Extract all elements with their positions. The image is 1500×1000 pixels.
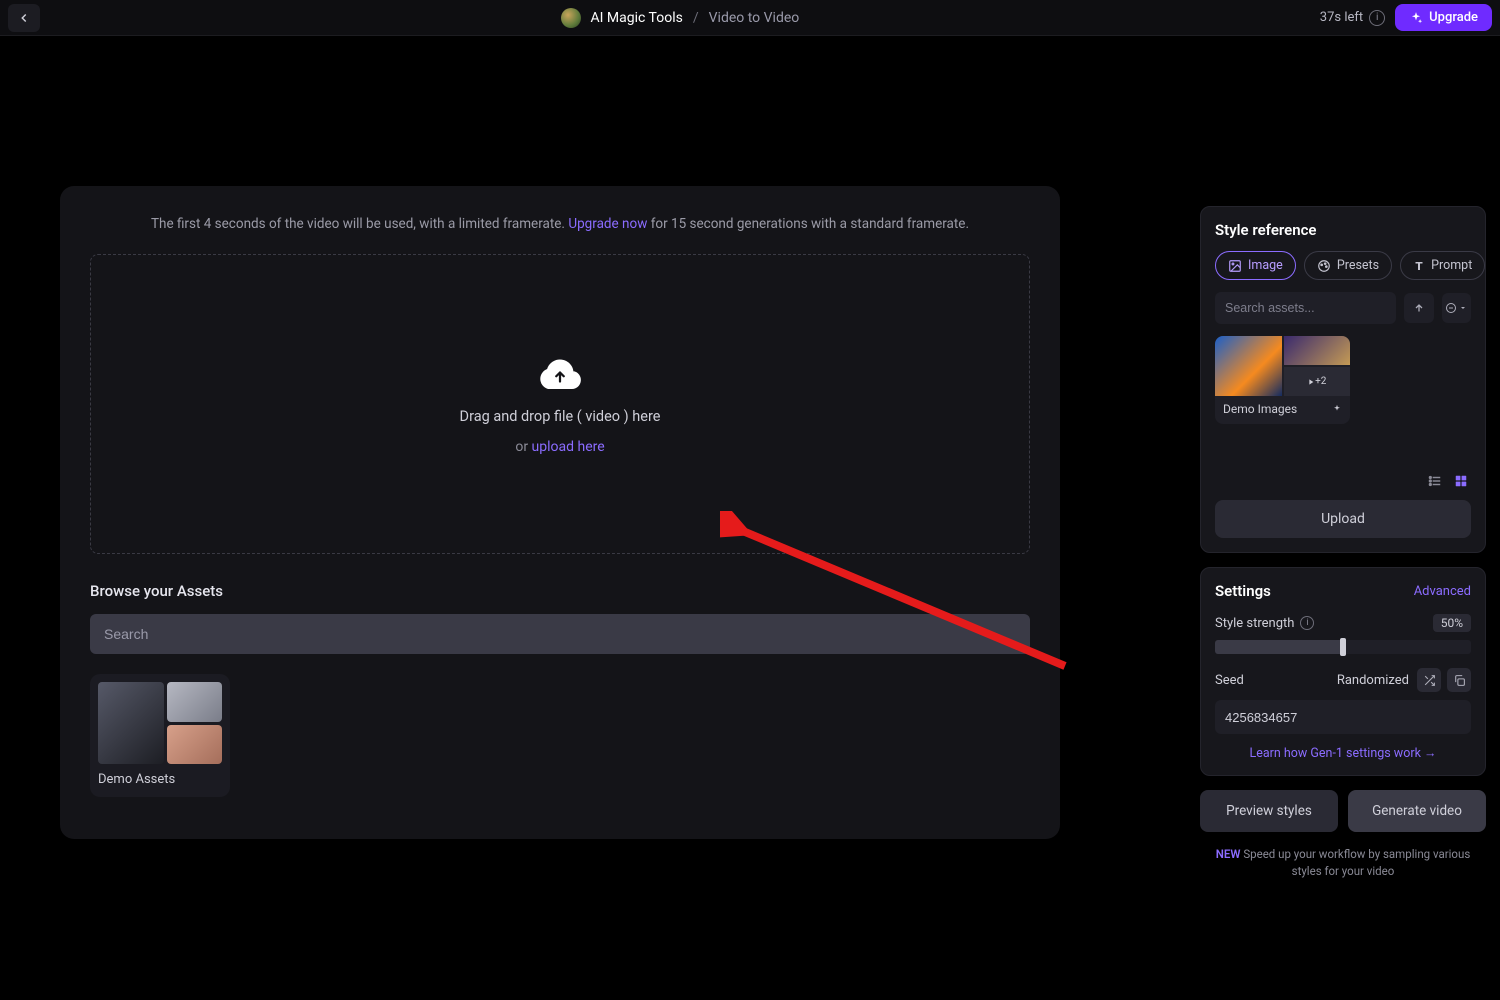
shuffle-button[interactable]	[1417, 668, 1441, 692]
dropzone-subtext: or upload here	[515, 439, 604, 455]
info-icon[interactable]: i	[1300, 616, 1314, 630]
credits-text: 37s left	[1320, 10, 1363, 25]
learn-settings-link[interactable]: Learn how Gen-1 settings work →	[1215, 746, 1471, 761]
limit-note-suffix: for 15 second generations with a standar…	[647, 216, 969, 232]
avatar	[561, 8, 581, 28]
limit-note: The first 4 seconds of the video will be…	[90, 216, 1030, 232]
style-reference-title: Style reference	[1215, 221, 1471, 239]
breadcrumb-current: Video to Video	[709, 10, 800, 26]
preview-styles-button[interactable]: Preview styles	[1200, 790, 1338, 832]
tab-prompt-label: Prompt	[1431, 258, 1472, 273]
style-strength-label: Style strength	[1215, 616, 1294, 631]
tab-presets[interactable]: Presets	[1304, 251, 1392, 280]
upload-here-link[interactable]: upload here	[532, 439, 605, 455]
style-strength-value: 50%	[1433, 614, 1471, 632]
slider-thumb[interactable]	[1340, 638, 1346, 656]
style-asset-search-input[interactable]	[1215, 292, 1396, 324]
view-toggle	[1215, 472, 1471, 490]
main-pane: The first 4 seconds of the video will be…	[0, 36, 1190, 1000]
palette-icon	[1317, 259, 1331, 273]
sparkle-icon	[1409, 11, 1423, 25]
shuffle-icon	[1423, 674, 1436, 687]
copy-icon	[1453, 674, 1466, 687]
upgrade-now-link[interactable]: Upgrade now	[568, 216, 647, 232]
upload-arrow-icon	[1413, 302, 1425, 314]
grid-view-button[interactable]	[1451, 472, 1471, 490]
back-button[interactable]	[8, 4, 40, 32]
asset-folder-demo[interactable]: Demo Assets	[90, 674, 230, 797]
limit-note-prefix: The first 4 seconds of the video will be…	[151, 216, 568, 232]
upgrade-button[interactable]: Upgrade	[1395, 4, 1492, 31]
breadcrumb: AI Magic Tools / Video to Video	[40, 8, 1320, 28]
seed-label: Seed	[1215, 673, 1244, 688]
demo-extra-count: +2	[1315, 376, 1326, 387]
image-icon	[1228, 259, 1242, 273]
upload-button[interactable]: Upload	[1215, 500, 1471, 538]
arrow-left-icon	[17, 11, 31, 25]
footnote-new-badge: NEW	[1216, 847, 1241, 861]
demo-images-thumbnails: +2	[1215, 336, 1350, 396]
settings-panel: Settings Advanced Style strength i 50% S…	[1200, 567, 1486, 776]
advanced-link[interactable]: Advanced	[1414, 584, 1471, 599]
seed-input[interactable]	[1215, 700, 1471, 734]
credits-remaining: 37s left i	[1320, 10, 1385, 26]
text-icon	[1413, 259, 1425, 273]
asset-folder-thumbnails	[98, 682, 222, 764]
cloud-upload-icon	[536, 354, 584, 394]
footnote: NEW Speed up your workflow by sampling v…	[1200, 846, 1486, 879]
play-icon	[1307, 378, 1315, 386]
tab-prompt[interactable]: Prompt	[1400, 251, 1485, 280]
filter-icon	[1445, 302, 1457, 314]
info-icon[interactable]: i	[1369, 10, 1385, 26]
action-row: Preview styles Generate video	[1200, 790, 1486, 832]
browse-assets-title: Browse your Assets	[90, 582, 1030, 600]
slider-fill	[1215, 640, 1343, 654]
generate-video-button[interactable]: Generate video	[1348, 790, 1486, 832]
asset-search-input[interactable]	[90, 614, 1030, 654]
breadcrumb-separator: /	[693, 10, 699, 26]
settings-title: Settings	[1215, 582, 1271, 600]
dropzone-sub-prefix: or	[515, 439, 531, 455]
demo-images-label: Demo Images	[1223, 402, 1297, 416]
style-strength-slider[interactable]	[1215, 640, 1471, 654]
asset-folder-label: Demo Assets	[98, 772, 222, 787]
caret-down-icon	[1459, 304, 1467, 312]
main-card: The first 4 seconds of the video will be…	[60, 186, 1060, 839]
upload-small-button[interactable]	[1404, 293, 1434, 323]
top-bar: AI Magic Tools / Video to Video 37s left…	[0, 0, 1500, 36]
filter-button[interactable]	[1442, 293, 1472, 323]
demo-images-folder[interactable]: +2 Demo Images	[1215, 336, 1350, 424]
tab-image-label: Image	[1248, 258, 1283, 273]
footnote-text: Speed up your workflow by sampling vario…	[1240, 847, 1470, 878]
tab-image[interactable]: Image	[1215, 251, 1296, 280]
tab-presets-label: Presets	[1337, 258, 1379, 273]
list-view-button[interactable]	[1425, 472, 1445, 490]
sparkle-small-icon	[1332, 404, 1342, 414]
side-pane: Style reference Image Presets Prompt	[1190, 36, 1500, 1000]
dropzone-text: Drag and drop file ( video ) here	[460, 408, 661, 425]
style-reference-panel: Style reference Image Presets Prompt	[1200, 206, 1486, 553]
upgrade-label: Upgrade	[1429, 10, 1478, 25]
style-reference-tabs: Image Presets Prompt	[1215, 251, 1471, 280]
breadcrumb-root[interactable]: AI Magic Tools	[591, 10, 683, 26]
video-dropzone[interactable]: Drag and drop file ( video ) here or upl…	[90, 254, 1030, 554]
randomized-label: Randomized	[1337, 673, 1409, 688]
copy-seed-button[interactable]	[1447, 668, 1471, 692]
